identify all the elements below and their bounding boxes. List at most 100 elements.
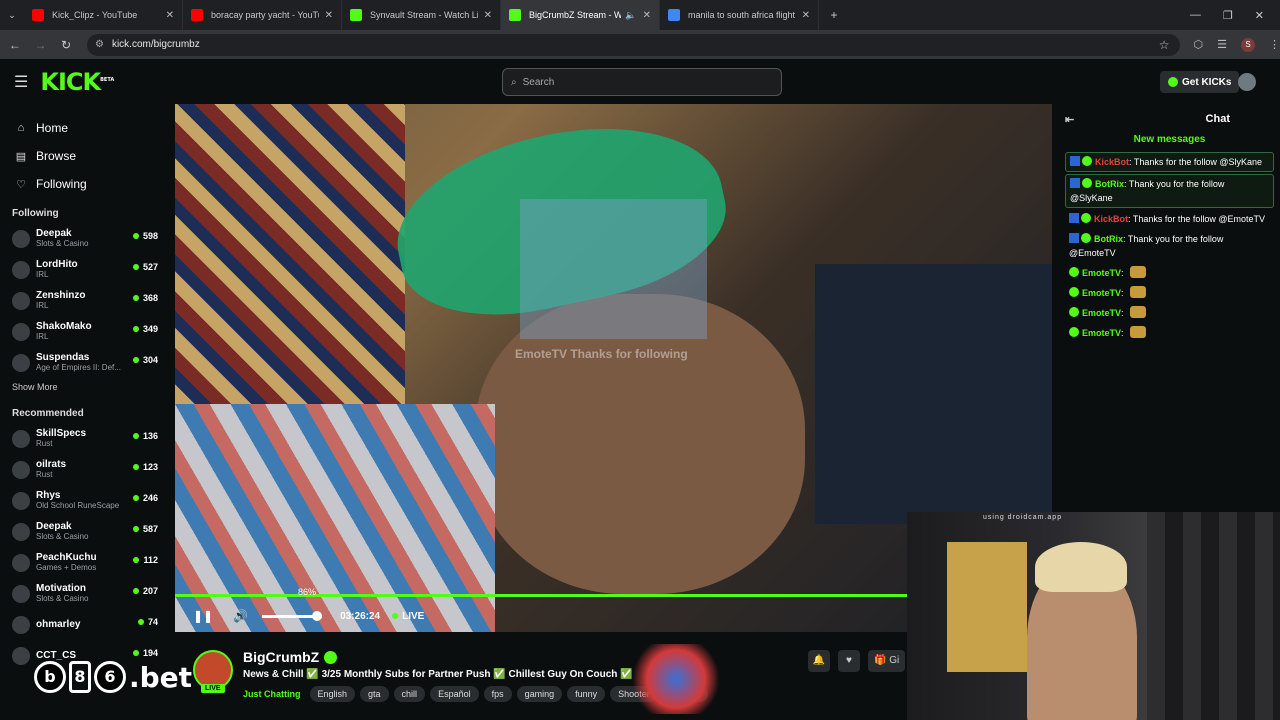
channel-item[interactable]: Zenshinzo IRL 368: [0, 285, 170, 316]
notification-bell-icon[interactable]: 🔔: [808, 650, 830, 672]
follow-heart-icon[interactable]: ♥: [838, 650, 860, 672]
kick-logo[interactable]: KICKBETA: [40, 68, 114, 96]
address-bar-row: ← → ↻ ⚙ kick.com/bigcrumbz ☆ ⬡ ☰ S ⋮: [0, 30, 1280, 59]
channel-item[interactable]: ohmarley 74: [0, 609, 170, 640]
channel-item[interactable]: Motivation Slots & Casino 207: [0, 578, 170, 609]
site-info-icon[interactable]: ⚙: [95, 39, 104, 50]
tab-audio-icon[interactable]: 🔈: [625, 10, 636, 21]
following-section-title: Following: [12, 208, 59, 219]
webcam-poster: [947, 542, 1027, 672]
tag-chip[interactable]: chill: [393, 686, 426, 702]
channel-item[interactable]: Deepak Slots & Casino 587: [0, 516, 170, 547]
volume-knob[interactable]: [312, 610, 323, 621]
channel-item[interactable]: Deepak Slots & Casino 598: [0, 223, 170, 254]
tab-close-icon[interactable]: ✕: [325, 10, 333, 21]
chat-username[interactable]: EmoteTV: [1082, 328, 1121, 338]
channel-item[interactable]: PeachKuchu Games + Demos 112: [0, 547, 170, 578]
channel-category: Rust: [36, 470, 53, 479]
back-icon[interactable]: ←: [4, 38, 26, 52]
chat-emote: [1130, 326, 1147, 338]
sidebar-nav-label: Following: [36, 177, 87, 191]
tab-close-icon[interactable]: ✕: [802, 10, 810, 21]
extensions-icon[interactable]: ⬡: [1194, 38, 1204, 51]
tab-label: manila to south africa flight - G: [688, 10, 796, 20]
tab-label: boracay party yacht - YouTube: [211, 10, 319, 20]
category-link[interactable]: Just Chatting: [243, 689, 301, 699]
chat-username[interactable]: KickBot: [1094, 214, 1128, 224]
get-kicks-button[interactable]: Get KICKs: [1160, 71, 1240, 93]
sidebar-nav-following[interactable]: ♡ Following: [14, 170, 170, 198]
hamburger-menu-icon[interactable]: ☰: [14, 72, 28, 92]
chat-username[interactable]: EmoteTV: [1082, 288, 1121, 298]
tag-chip[interactable]: fps: [483, 686, 512, 702]
forward-icon[interactable]: →: [30, 38, 52, 52]
chat-username[interactable]: BotRix: [1094, 234, 1123, 244]
tab-close-icon[interactable]: ✕: [643, 10, 651, 21]
home-icon: ⌂: [17, 122, 25, 134]
sponsor-char-1: b: [34, 661, 66, 693]
user-avatar[interactable]: [1238, 73, 1256, 91]
search-input[interactable]: ⌕ Search: [502, 68, 782, 96]
close-window-icon[interactable]: ✕: [1255, 9, 1264, 22]
gift-button[interactable]: 🎁 Gi: [868, 650, 906, 672]
minimize-icon[interactable]: —: [1190, 9, 1201, 22]
sidebar-nav-home[interactable]: ⌂ Home: [14, 114, 170, 142]
streamer-name-text: BigCrumbZ: [243, 649, 320, 665]
channel-item[interactable]: oilrats Rust 123: [0, 454, 170, 485]
chat-message: KickBot: Thanks for the follow @EmoteTV: [1065, 210, 1274, 228]
chat-username[interactable]: EmoteTV: [1082, 308, 1121, 318]
chat-message: EmoteTV:: [1065, 264, 1274, 282]
browser-tab[interactable]: manila to south africa flight - G ✕: [660, 0, 819, 30]
volume-slider[interactable]: [262, 610, 323, 621]
channel-item[interactable]: LordHito IRL 527: [0, 254, 170, 285]
channel-name: Deepak: [36, 521, 72, 532]
channel-avatar: [12, 260, 30, 279]
tab-search-icon[interactable]: ⌄: [0, 10, 24, 21]
tab-close-icon[interactable]: ✕: [484, 10, 492, 21]
url-field[interactable]: ⚙ kick.com/bigcrumbz ☆: [86, 33, 1180, 56]
tag-chip[interactable]: gta: [360, 686, 389, 702]
tag-chip[interactable]: Español: [430, 686, 479, 702]
browser-tab[interactable]: boracay party yacht - YouTube ✕: [183, 0, 342, 30]
chat-header: ⇤ Chat: [1059, 104, 1280, 134]
chat-message: EmoteTV:: [1065, 284, 1274, 302]
new-tab-button[interactable]: +: [823, 8, 845, 22]
tag-chip[interactable]: gaming: [516, 686, 563, 702]
channel-avatar: [12, 584, 30, 603]
bookmark-star-icon[interactable]: ☆: [1159, 38, 1170, 52]
streamer-name[interactable]: BigCrumbZ: [243, 649, 338, 665]
reload-icon[interactable]: ↻: [55, 38, 77, 52]
volume-icon[interactable]: 🔊: [233, 609, 248, 623]
browser-tab[interactable]: Kick_Clipz - YouTube ✕: [24, 0, 183, 30]
tab-close-icon[interactable]: ✕: [166, 10, 174, 21]
tag-chip[interactable]: funny: [567, 686, 606, 702]
channel-item[interactable]: SkillSpecs Rust 136: [0, 423, 170, 454]
menu-icon[interactable]: ☰: [1217, 38, 1227, 51]
channel-avatar: [12, 522, 30, 541]
live-indicator[interactable]: LIVE: [392, 611, 424, 622]
channel-item[interactable]: Rhys Old School RuneScape 246: [0, 485, 170, 516]
profile-avatar[interactable]: S: [1241, 37, 1256, 52]
browser-tab[interactable]: BigCrumbZ Stream - Watch🔈 ✕: [501, 0, 660, 30]
new-messages-banner[interactable]: New messages: [1059, 134, 1280, 150]
channel-item[interactable]: Suspendas Age of Empires II: Def... 304: [0, 347, 170, 378]
chat-username[interactable]: KickBot: [1095, 157, 1129, 167]
chat-username[interactable]: BotRix: [1095, 179, 1124, 189]
sidebar-nav-browse[interactable]: ▤ Browse: [14, 142, 170, 170]
tab-favicon-icon: [191, 9, 203, 21]
collapse-chat-icon[interactable]: ⇤: [1065, 113, 1074, 126]
more-icon[interactable]: ⋮: [1269, 38, 1280, 51]
verified-badge-icon: [1081, 233, 1091, 243]
channel-item[interactable]: ShakoMako IRL 349: [0, 316, 170, 347]
channel-avatar: [12, 460, 30, 479]
tag-chip[interactable]: English: [309, 686, 356, 702]
verified-badge-icon: [1082, 156, 1092, 166]
pause-icon[interactable]: ❚❚: [193, 609, 213, 623]
browser-tab[interactable]: Synvault Stream - Watch Live o ✕: [342, 0, 501, 30]
viewer-count: 74: [138, 617, 158, 627]
bot-badge-icon: [1069, 213, 1079, 223]
show-more-link[interactable]: Show More: [12, 382, 170, 392]
chat-username[interactable]: EmoteTV: [1082, 268, 1121, 278]
chat-message: KickBot: Thanks for the follow @SlyKane: [1065, 152, 1274, 172]
restore-icon[interactable]: ❐: [1223, 9, 1233, 22]
